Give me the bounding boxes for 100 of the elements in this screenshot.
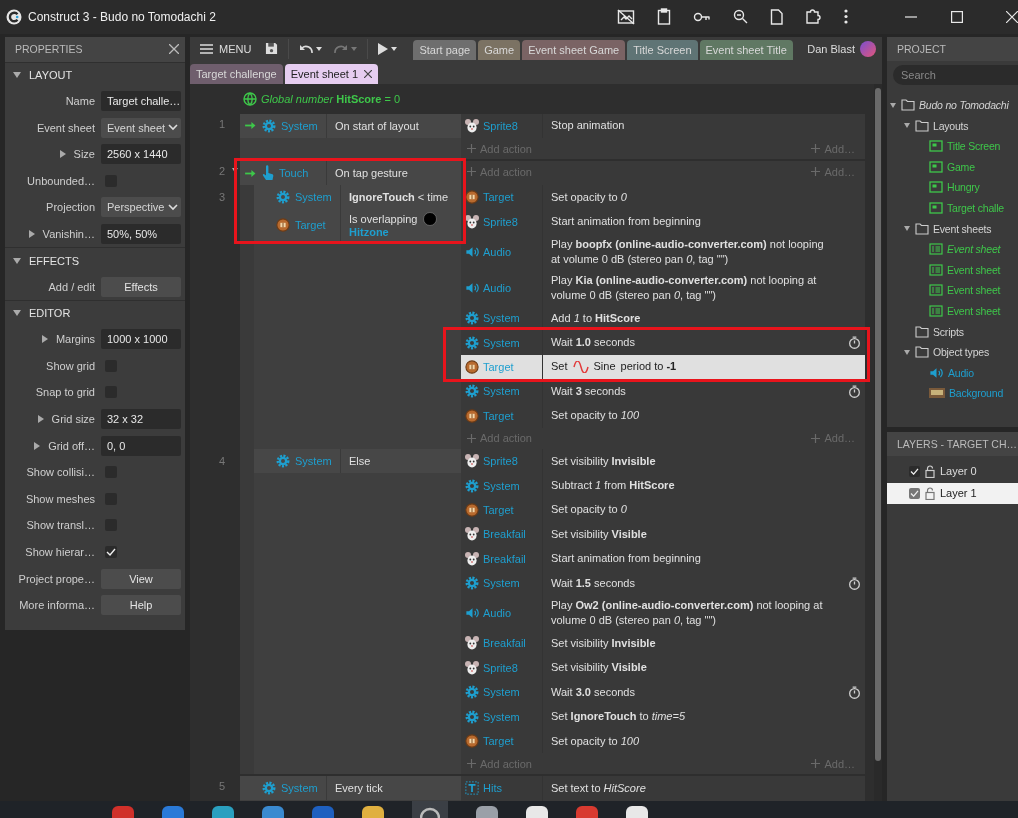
action-row[interactable]: System Wait 1.0 seconds — [461, 330, 865, 355]
object-name[interactable]: System — [483, 710, 520, 723]
layer-name[interactable]: Layer 1 — [940, 487, 977, 500]
tree-item[interactable]: Hungry — [917, 177, 1018, 198]
tree-item[interactable]: Event sheet — [917, 259, 1018, 281]
property-field[interactable]: 2560 x 1440 — [101, 144, 181, 165]
tree-item[interactable]: Background — [917, 383, 1018, 404]
object-name[interactable]: Audio — [483, 607, 512, 620]
tree-item[interactable]: Game — [917, 156, 1018, 178]
app-icon[interactable] — [362, 806, 384, 818]
action-row[interactable]: Breakfail Start animation from beginning — [461, 546, 865, 571]
action-row[interactable]: System Wait 1.5 seconds — [461, 570, 865, 596]
tree-item[interactable]: Event sheet — [917, 280, 1018, 301]
property-field[interactable]: 32 x 32 — [101, 409, 181, 430]
action-row[interactable]: Sprite8 Stop animation — [461, 113, 865, 139]
tree-item[interactable]: Audio — [917, 362, 1018, 384]
no-image-icon[interactable] — [617, 8, 635, 25]
tree-item[interactable]: Layouts — [903, 115, 1018, 136]
object-name[interactable]: Target — [483, 191, 514, 204]
file-icon[interactable] — [770, 8, 783, 25]
action-row[interactable]: Audio Play boopfx (online-audio-converter.com) not looping at volume 0 dB (stereo pan 0, tag "") — [461, 233, 865, 270]
zoom-out-icon[interactable] — [733, 9, 748, 25]
property-field[interactable]: 50%, 50% — [101, 224, 181, 245]
expand-triangle[interactable] — [41, 335, 48, 344]
tab[interactable]: Event sheet Title — [699, 39, 793, 60]
object-name[interactable]: Breakfail — [483, 552, 526, 565]
expand-triangle[interactable] — [37, 415, 44, 424]
action-row[interactable]: Audio Play Kia (online-audio-converter.com) not looping at volume 0 dB (stereo pan 0, tag "") — [461, 269, 865, 306]
maximize-icon[interactable] — [951, 10, 963, 23]
condition-row[interactable]: System IgnoreTouch < time — [254, 185, 461, 210]
app-icon[interactable] — [212, 806, 234, 818]
object-name[interactable]: Breakfail — [483, 528, 526, 541]
layer-row[interactable]: Layer 1 — [887, 482, 1018, 504]
object-name[interactable]: System — [483, 336, 520, 349]
condition-row[interactable]: Touch On tap gesture — [240, 161, 461, 186]
action-row[interactable]: Target Set opacity to 100 — [461, 728, 865, 754]
app-icon[interactable] — [626, 806, 648, 818]
expand-triangle[interactable] — [904, 123, 910, 129]
action-row[interactable]: Sprite8 Start animation from beginning — [461, 209, 865, 234]
object-name[interactable]: System — [483, 479, 520, 492]
undo-icon[interactable] — [299, 43, 314, 54]
puzzle-icon[interactable] — [805, 8, 822, 26]
search-field[interactable]: Search — [893, 64, 1018, 85]
tree-item[interactable]: Event sheets — [903, 218, 1018, 239]
expand-triangle[interactable] — [13, 72, 21, 79]
action-row[interactable]: System Add 1 to HitScore — [461, 305, 865, 331]
tree-item[interactable]: Budo no Tomodachi — [889, 94, 1018, 116]
tab[interactable]: Target challenge — [190, 63, 283, 84]
caret-icon[interactable] — [391, 46, 398, 51]
action-row[interactable]: Audio Play Ow2 (online-audio-converter.com) not looping at volume 0 dB (stereo pan 0, tag "") — [461, 595, 865, 632]
expand-triangle[interactable] — [904, 226, 910, 232]
tree-item[interactable]: Event sheet — [917, 238, 1018, 260]
action-row[interactable]: Breakfail Set visibility Invisible — [461, 631, 865, 656]
layer-name[interactable]: Layer 0 — [940, 465, 977, 478]
property-dropdown[interactable]: Perspective — [101, 197, 181, 218]
expand-triangle[interactable] — [13, 257, 21, 264]
tree-item[interactable]: Scripts — [903, 321, 1018, 342]
caret-icon[interactable] — [316, 46, 323, 51]
object-name[interactable]: Sprite8 — [483, 455, 518, 468]
tab[interactable]: Title Screen — [627, 39, 698, 60]
action-row[interactable]: System Wait 3 seconds — [461, 379, 865, 404]
clipboard-icon[interactable] — [657, 8, 671, 26]
padlock-icon[interactable] — [925, 486, 935, 500]
object-name[interactable]: System — [483, 385, 520, 398]
object-name[interactable]: Target — [483, 735, 514, 747]
tab[interactable]: Event sheet Game — [522, 39, 626, 60]
more-icon[interactable] — [844, 9, 848, 25]
object-name[interactable]: System — [483, 686, 520, 699]
property-field[interactable]: 1000 x 1000 — [101, 329, 181, 350]
object-name[interactable]: Sprite8 — [483, 120, 518, 132]
expand-triangle[interactable] — [13, 310, 21, 317]
object-name[interactable]: Target — [483, 409, 514, 422]
object-name[interactable]: Breakfail — [483, 637, 526, 650]
key-icon[interactable] — [693, 10, 711, 23]
play-icon[interactable] — [378, 42, 389, 55]
action-row[interactable]: Sprite8 Set visibility Invisible — [461, 448, 865, 474]
close-icon[interactable] — [364, 69, 372, 78]
padlock-icon[interactable] — [925, 464, 935, 478]
close-icon[interactable] — [169, 44, 179, 55]
checkbox[interactable] — [105, 546, 117, 558]
event-block[interactable] — [240, 448, 865, 775]
property-button[interactable]: View — [101, 568, 181, 589]
object-name[interactable]: Hits — [483, 782, 502, 795]
object-name[interactable]: System — [483, 312, 520, 325]
avatar[interactable] — [860, 40, 876, 57]
action-row[interactable]: System Wait 3.0 seconds — [461, 680, 865, 705]
visibility-checkbox[interactable] — [909, 487, 920, 499]
object-name[interactable]: System — [483, 577, 520, 590]
expand-triangle[interactable] — [28, 230, 35, 239]
tree-item[interactable]: Target challe — [917, 197, 1018, 219]
app-icon[interactable] — [420, 806, 440, 818]
expand-triangle[interactable] — [904, 349, 910, 355]
tree-item[interactable]: Title Screen — [917, 136, 1018, 157]
action-row[interactable]: System Subtract 1 from HitScore — [461, 473, 865, 498]
action-row[interactable]: Target Set opacity to 0 — [461, 497, 865, 523]
object-name[interactable]: Audio — [483, 245, 512, 258]
property-button[interactable]: Help — [101, 595, 181, 616]
action-row[interactable]: Target Set opacity to 0 — [461, 185, 865, 210]
expand-triangle[interactable] — [890, 102, 896, 108]
action-row[interactable]: Sprite8 Set visibility Visible — [461, 655, 865, 681]
